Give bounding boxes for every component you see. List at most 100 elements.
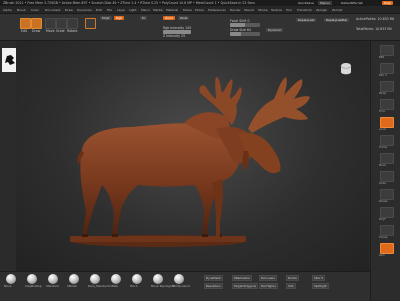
navigation-gizmo-icon[interactable] <box>338 60 354 76</box>
brush-move-icon[interactable] <box>6 274 16 284</box>
right-bpr-label: BPR <box>379 56 385 59</box>
rotate-button[interactable] <box>67 18 78 29</box>
right-move-button[interactable] <box>380 153 394 164</box>
replay-last-rel-button[interactable]: ReplayLastRel <box>324 18 350 22</box>
right-persp-button[interactable] <box>380 81 394 92</box>
moose-sculpt <box>70 77 310 247</box>
del-higher-button[interactable]: Del Higher <box>259 283 278 289</box>
right-polyf-label: PolyF <box>379 218 386 221</box>
menu-alpha[interactable]: Alpha <box>3 7 12 13</box>
menu-layer[interactable]: Layer <box>117 7 125 13</box>
default-zscript-button[interactable]: DefaultZScript <box>339 1 365 5</box>
sdiv-slider[interactable]: SDiv 5 <box>312 275 326 281</box>
draw-button[interactable] <box>31 18 42 29</box>
focal-shift-slider[interactable] <box>230 23 260 27</box>
replay-last-button[interactable]: ReplayLast <box>296 18 317 22</box>
right-transp-label: Transp <box>379 236 388 239</box>
right-polyf-button[interactable] <box>380 207 394 218</box>
draw-label: Draw <box>32 29 41 33</box>
m-button[interactable]: M <box>140 16 147 20</box>
menu-zplugin[interactable]: Zplugin <box>316 7 327 13</box>
brush-move-topological-icon[interactable] <box>153 274 163 284</box>
right-scale-button[interactable] <box>380 171 394 182</box>
menu-draw[interactable]: Draw <box>65 7 73 13</box>
menu-tool[interactable]: Tool <box>286 7 292 13</box>
total-points: TotalPoints: 10.633 Mil <box>356 27 392 31</box>
draw-size-slider[interactable] <box>230 32 260 36</box>
right-frame-label: Frame <box>379 146 388 149</box>
resolution-slider[interactable]: Resolution <box>204 283 223 289</box>
rotate-label: Rotate <box>67 29 78 33</box>
brush-dam-standard-icon[interactable] <box>90 274 100 284</box>
brush-inflate-label: Inflate <box>109 284 118 288</box>
quicksave-button[interactable]: QuickSave <box>296 1 316 5</box>
edit-button[interactable] <box>20 18 31 29</box>
gizmo-button[interactable] <box>85 18 96 29</box>
menu-color[interactable]: Color <box>31 7 39 13</box>
right-floor-button[interactable] <box>380 99 394 110</box>
right-local-label: Local <box>379 128 386 131</box>
menu-preferences[interactable]: Preferences <box>208 7 226 13</box>
brush-move-label: Move <box>4 284 12 288</box>
move-button[interactable] <box>45 18 56 29</box>
right-move-label: Move <box>379 164 386 167</box>
menu-picker[interactable]: Picker <box>195 7 204 13</box>
menu-material[interactable]: Material <box>166 7 178 13</box>
right-rotate-button[interactable] <box>380 189 394 200</box>
active-points: ActivePoints: 10.633 Mil <box>356 17 395 21</box>
window-title: ZBrush 2021 • Free Mem 3.729GB • Active … <box>3 1 255 5</box>
menu-brush[interactable]: Brush <box>17 7 26 13</box>
target-polygons-slider[interactable]: Target Polygons <box>232 283 258 289</box>
brush-standard-label: Standard <box>46 284 59 288</box>
right-scale-label: Scale <box>379 182 386 185</box>
menus-button[interactable]: Menus <box>318 1 332 5</box>
zremesher-button[interactable]: ZRemesher <box>232 275 252 281</box>
menu-texture[interactable]: Texture <box>271 7 282 13</box>
dynamic-button[interactable]: Dynamic <box>266 28 284 32</box>
brush-hpolish-icon[interactable] <box>69 274 79 284</box>
right-rotate-label: Rotate <box>379 200 388 203</box>
brush-claybuildup-icon[interactable] <box>27 274 37 284</box>
menu-zscript[interactable]: Zscript <box>332 7 342 13</box>
brush-pinch-icon[interactable] <box>132 274 142 284</box>
menu-document[interactable]: Document <box>45 7 61 13</box>
brush-hpolish-label: hPolish <box>67 284 77 288</box>
menu-stroke[interactable]: Stroke <box>258 7 268 13</box>
brush-trimdynamic-icon[interactable] <box>174 274 184 284</box>
menu-marker[interactable]: Marker <box>153 7 163 13</box>
brush-inflate-icon[interactable] <box>111 274 121 284</box>
del-lower-button[interactable]: Del Lower <box>259 275 277 281</box>
scale-button[interactable] <box>56 18 67 29</box>
zadd-button[interactable]: Zadd <box>163 16 175 20</box>
menu-edit[interactable]: Edit <box>96 7 102 13</box>
dynamesh-button[interactable]: DynaMesh <box>204 275 223 281</box>
right-local-button[interactable] <box>380 117 394 128</box>
right-solo-button[interactable] <box>380 243 394 254</box>
menu-stencil[interactable]: Stencil <box>244 7 254 13</box>
brush-pinch-label: Pinch <box>130 284 138 288</box>
menu-file[interactable]: File <box>107 7 112 13</box>
menu-render[interactable]: Render <box>230 7 241 13</box>
right-bpr-button[interactable] <box>380 45 394 56</box>
right-floor-label: Floor <box>379 110 386 113</box>
menu-transform[interactable]: Transform <box>297 7 312 13</box>
edit-label: Edit <box>21 29 28 33</box>
menu-light[interactable]: Light <box>129 7 137 13</box>
menu-macro[interactable]: Macro <box>141 7 150 13</box>
divide-button[interactable]: Divide <box>286 275 299 281</box>
menu-movie[interactable]: Movie <box>183 7 192 13</box>
right-frame-button[interactable] <box>380 135 394 146</box>
help-button[interactable]: Help <box>382 1 393 5</box>
brush-dam-standard-label: Dam_Standard <box>88 284 109 288</box>
mrgb-button[interactable]: Mrgb <box>100 16 112 20</box>
rgb-button[interactable]: Rgb <box>114 16 124 20</box>
menu-dynamics[interactable]: Dynamics <box>77 7 92 13</box>
smt-button[interactable]: Smt <box>286 283 296 289</box>
right-transp-button[interactable] <box>380 225 394 236</box>
zsub-button[interactable]: Zsub <box>178 16 190 20</box>
spotlight-button[interactable]: Spotlight <box>312 283 329 289</box>
scale-label: Scale <box>56 29 65 33</box>
right-spix-3-button[interactable] <box>380 63 394 74</box>
brush-standard-icon[interactable] <box>48 274 58 284</box>
right-solo-label: Solo <box>379 254 385 257</box>
